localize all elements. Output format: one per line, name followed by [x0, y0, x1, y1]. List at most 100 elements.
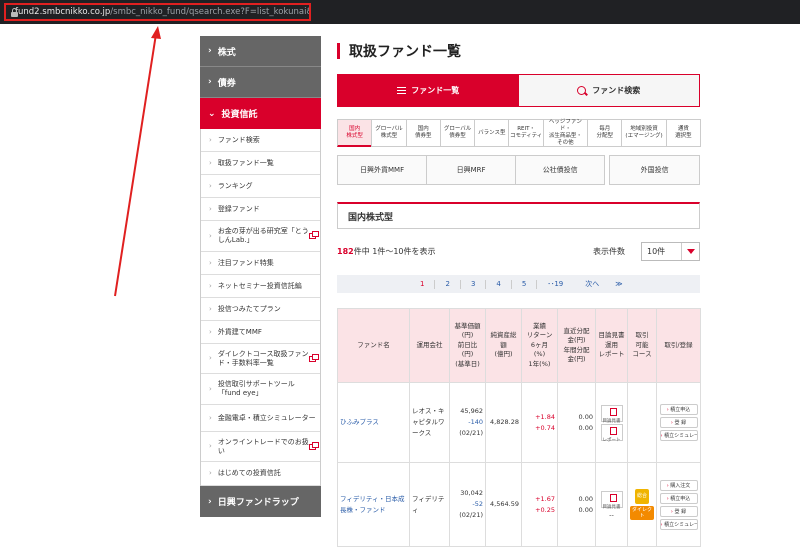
- table-row: フィデリティ・日本成長株・ファンド フィデリティ 30,042 -52 (02/…: [337, 462, 701, 547]
- page-title-text: 取扱ファンド一覧: [349, 44, 461, 60]
- prospectus-icon[interactable]: 目論見書: [600, 490, 623, 510]
- report-icon[interactable]: レポート: [600, 423, 623, 443]
- page-link[interactable]: ･･19: [537, 280, 573, 289]
- page-link[interactable]: 1: [410, 279, 436, 289]
- url-host: fund2.smbcnikko.co.jp: [15, 7, 111, 17]
- assets-cell: 4,828.28: [485, 382, 522, 463]
- sidebar-item-label: お金の芽が出る研究室「とうしんLab.」: [217, 227, 309, 244]
- cattab-reit[interactable]: REIT・ コモディティ: [508, 119, 544, 147]
- price-date: (02/21): [459, 511, 483, 519]
- sidebar-item-label: ファンド検索: [217, 135, 260, 144]
- address-bar[interactable]: fund2.smbcnikko.co.jp /smbc_nikko_fund/q…: [4, 3, 311, 21]
- chevron-right-icon: ›: [209, 281, 212, 290]
- browser-toolbar: fund2.smbcnikko.co.jp /smbc_nikko_fund/q…: [0, 0, 800, 24]
- mmf-foreign-button[interactable]: 日興外貨MMF: [338, 156, 428, 184]
- section-heading: 国内株式型: [337, 202, 700, 229]
- sidebar-category-bonds[interactable]: › 債券: [200, 67, 321, 98]
- distribution-annual: 0.00: [578, 505, 593, 514]
- cattab-hedge[interactable]: ヘッジファンド・ 派生商品型・ その他: [542, 119, 589, 147]
- cattab-monthly[interactable]: 毎月 分配型: [587, 119, 623, 147]
- result-range: 件中 1件～10件を表示: [353, 247, 436, 256]
- bond-trust-button[interactable]: 公社債投信: [516, 156, 605, 184]
- sidebar-item-featured[interactable]: › 注目ファンド特集: [201, 252, 320, 275]
- sidebar-item-lab[interactable]: › お金の芽が出る研究室「とうしんLab.」: [201, 221, 320, 252]
- main-tabs: ファンド一覧 ファンド検索: [337, 74, 700, 107]
- cattab-balance[interactable]: バランス型: [474, 119, 510, 147]
- sidebar-submenu: › ファンド検索 › 取扱ファンド一覧 › ランキング › 登録ファンド › お金の芽が出…: [200, 129, 321, 486]
- price-cell: 30,042 -52 (02/21): [449, 462, 486, 547]
- simulation-button[interactable]: 積立シミュレーション: [659, 518, 698, 530]
- fund-name-link[interactable]: ひふみプラス: [340, 418, 379, 426]
- cattab-currency[interactable]: 通貨 選択型: [665, 119, 701, 147]
- pagination: 1 2 3 4 5 ･･19 次へ ≫: [337, 275, 700, 293]
- chevron-right-icon: ›: [209, 413, 212, 422]
- page-link[interactable]: 2: [435, 279, 461, 289]
- trade-cell: 購入注文 積立申込 登 録 積立シミュレーション: [656, 462, 701, 547]
- return-cell: +1.67 +0.25: [521, 462, 558, 547]
- sidebar-item-ranking[interactable]: › ランキング: [201, 175, 320, 198]
- sidebar-item-seminar[interactable]: › ネットセミナー投資信託編: [201, 275, 320, 298]
- mrf-button[interactable]: 日興MRF: [427, 156, 517, 184]
- cattab-emerging[interactable]: 地域別投資 (エマージング): [621, 119, 667, 147]
- sidebar-item-tsumitate[interactable]: › 投信つみたてプラン: [201, 298, 320, 321]
- sidebar-item-fund-list[interactable]: › 取扱ファンド一覧: [201, 152, 320, 175]
- chevron-right-icon: ›: [209, 384, 212, 393]
- foreign-fund-button[interactable]: 外国投信: [609, 155, 700, 185]
- next-page-link[interactable]: 次へ: [585, 279, 599, 289]
- header-company: 運用会社: [409, 308, 450, 383]
- header-trade: 取引/登録: [656, 308, 701, 383]
- cattab-global-bond[interactable]: グローバル 債券型: [439, 119, 476, 147]
- page-link[interactable]: 4: [486, 279, 512, 289]
- tab-label: ファンド一覧: [411, 86, 460, 95]
- tab-fund-list[interactable]: ファンド一覧: [338, 75, 519, 106]
- price-value: 30,042: [460, 489, 483, 497]
- price-change: -52: [472, 500, 483, 508]
- url-path: /smbc_nikko_fund/qsearch.exe?F=list_koku…: [110, 7, 309, 17]
- page-link[interactable]: 3: [461, 279, 487, 289]
- sidebar-category-label: 株式: [217, 47, 236, 58]
- company-cell: フィデリティ: [409, 462, 450, 547]
- sidebar-item-label: ランキング: [217, 181, 253, 190]
- prospectus-icon[interactable]: 目論見書: [600, 404, 623, 424]
- sidebar-category-investment-trust[interactable]: ⌄ 投資信託: [200, 98, 321, 129]
- course-cell: 総合 ダイレクト: [627, 462, 657, 547]
- sidebar-item-label: 取扱ファンド一覧: [217, 158, 274, 167]
- tsumitate-apply-button[interactable]: 積立申込: [659, 404, 698, 415]
- header-price: 基準価額 (円) 前日比 (円) (基準日): [449, 308, 486, 383]
- perpage-select[interactable]: 10件: [641, 242, 700, 261]
- fund-name-link[interactable]: フィデリティ・日本成長株・ファンド: [340, 495, 404, 514]
- sidebar-item-label: オンライントレードでのお扱い: [217, 437, 309, 455]
- price-date: (02/21): [459, 429, 483, 437]
- tab-fund-search[interactable]: ファンド検索: [518, 75, 699, 106]
- page-link[interactable]: 5: [512, 279, 538, 289]
- sidebar-category-fundwrap[interactable]: › 日興ファンドラップ: [200, 486, 321, 517]
- sidebar-item-registered[interactable]: › 登録ファンド: [201, 198, 320, 221]
- price-cell: 45,962 -140 (02/21): [449, 382, 486, 463]
- header-distribution: 直近分配 金(円) 年間分配 金(円): [557, 308, 596, 383]
- sidebar-item-mmf[interactable]: › 外貨建てMMF: [201, 321, 320, 344]
- tsumitate-apply-button[interactable]: 積立申込: [659, 492, 698, 504]
- cattab-global-equity[interactable]: グローバル 株式型: [371, 119, 407, 147]
- simulation-button[interactable]: 積立シミュレーション: [659, 430, 698, 441]
- chevron-right-icon: ›: [209, 442, 212, 450]
- buy-order-button[interactable]: 購入注文: [659, 479, 698, 491]
- chevron-right-icon: ›: [209, 469, 212, 477]
- register-button[interactable]: 登 録: [659, 505, 698, 517]
- sidebar-category-label: 日興ファンドラップ: [217, 498, 299, 508]
- chevron-right-icon: ›: [209, 204, 212, 213]
- sidebar-item-fund-search[interactable]: › ファンド検索: [201, 129, 320, 152]
- cattab-domestic-equity[interactable]: 国内 株式型: [337, 119, 373, 147]
- chevron-right-icon: ›: [209, 327, 212, 336]
- sidebar-item-beginner[interactable]: › はじめての投資信託: [201, 462, 320, 486]
- sidebar-item-calculator[interactable]: › 金融電卓・積立シミュレーター: [201, 405, 320, 432]
- sidebar-item-direct-course[interactable]: › ダイレクトコース取扱ファンド・手数料率一覧: [201, 344, 320, 374]
- sidebar-item-fund-eye[interactable]: › 投信取引サポートツール「fund eye」: [201, 374, 320, 405]
- external-link-icon: [309, 353, 319, 362]
- return-1y: +0.25: [535, 505, 555, 514]
- cattab-domestic-bond[interactable]: 国内 債券型: [405, 119, 441, 147]
- last-page-link[interactable]: ≫: [615, 280, 622, 288]
- sidebar-item-online-trade[interactable]: › オンライントレードでのお扱い: [201, 432, 320, 462]
- course-cell: [627, 382, 657, 463]
- sidebar-category-stocks[interactable]: › 株式: [200, 36, 321, 67]
- register-button[interactable]: 登 録: [659, 417, 698, 428]
